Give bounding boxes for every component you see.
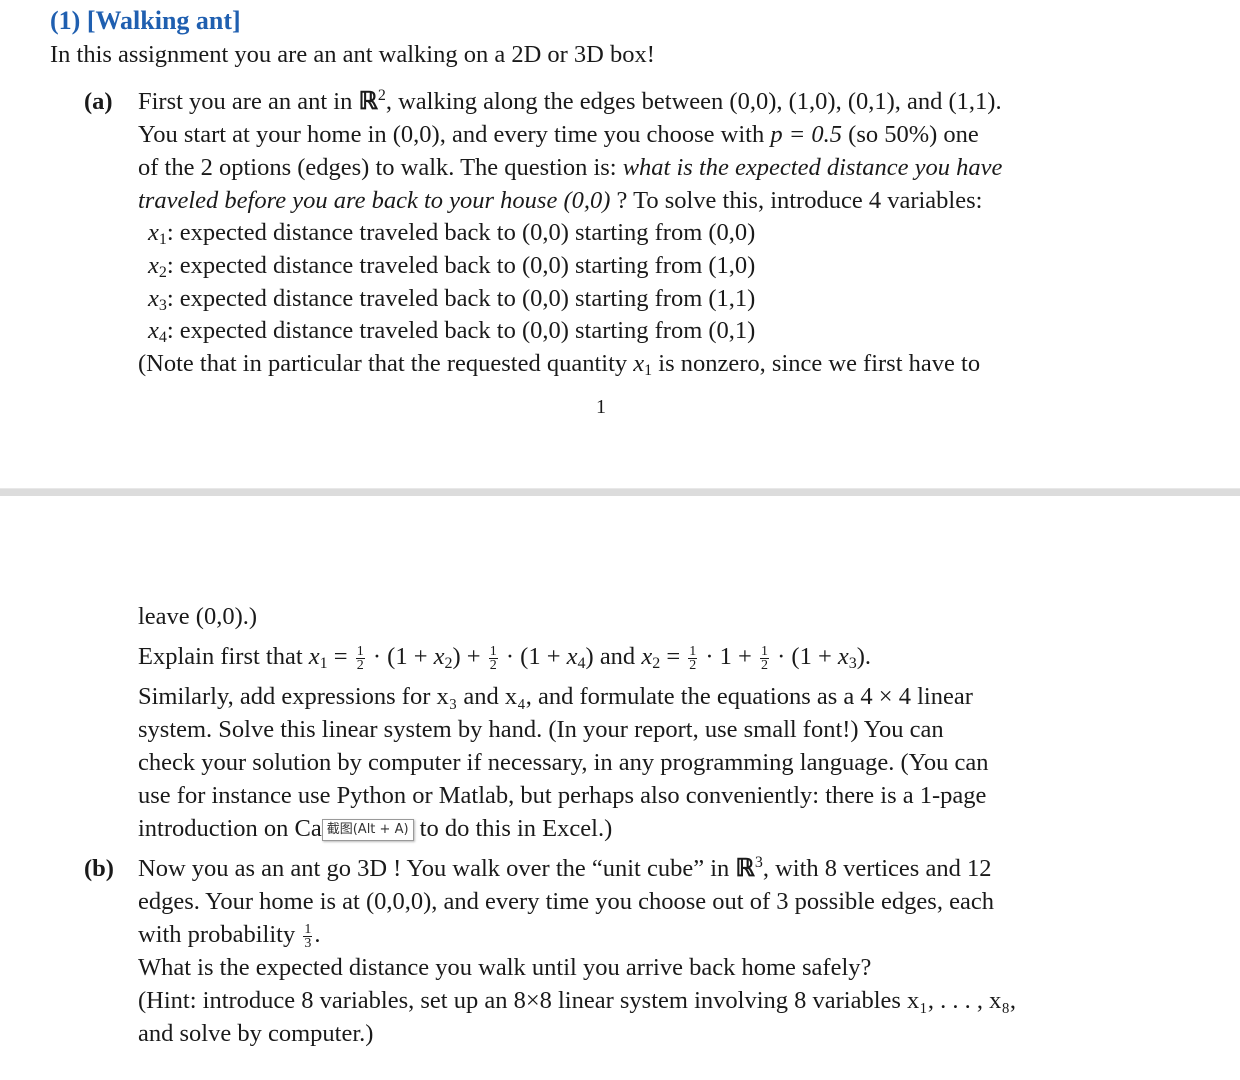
text: , walking along the edges between (0,0),… xyxy=(385,88,1002,115)
part-a-label: (a) xyxy=(84,88,113,115)
reals-symbol: ℝ xyxy=(735,855,755,882)
var-subscript: 2 xyxy=(158,264,167,281)
text: , with 8 vertices and 12 xyxy=(762,855,992,882)
var-description: : expected distance traveled back to (0,… xyxy=(166,317,756,344)
text: ? To solve this, introduce 4 variables: xyxy=(610,187,983,214)
var-description: : expected distance traveled back to (0,… xyxy=(166,219,756,246)
fraction-half: 12 xyxy=(688,643,698,673)
fraction-half: 12 xyxy=(488,643,498,673)
intro-canvas-line: introduction on Ca 截图(Alt + A) to do this… xyxy=(138,812,612,845)
text: with probability xyxy=(138,921,302,948)
page-number: 1 xyxy=(596,396,606,418)
text: and xyxy=(593,643,642,670)
var-symbol: x xyxy=(148,252,159,279)
text: is nonzero, since we first have to xyxy=(652,350,981,377)
leave-line: leave (0,0).) xyxy=(138,603,258,630)
exponent: 2 xyxy=(377,87,386,104)
fraction-half: 12 xyxy=(760,643,769,673)
var-description: : expected distance traveled back to (0,… xyxy=(166,285,756,312)
note-line: (Note that in particular that the reques… xyxy=(138,347,980,380)
explain-line: Explain first that x1 = 12 · (1 + x2) + … xyxy=(138,643,872,673)
question-italic: traveled before you are back to your hou… xyxy=(138,187,611,214)
part-a-line-1: First you are an ant in ℝ2, walking alon… xyxy=(138,85,1002,118)
var-subscript: 1 xyxy=(644,362,653,379)
exponent: 3 xyxy=(754,854,763,871)
fraction-half: 12 xyxy=(355,643,365,673)
var-subscript: 1 xyxy=(319,655,328,672)
var-description: : expected distance traveled back to (0,… xyxy=(166,252,756,279)
part-b-hint: (Hint: introduce 8 variables, set up an … xyxy=(138,987,1017,1014)
var-symbol: x xyxy=(308,643,320,670)
intro-text: In this assignment you are an ant walkin… xyxy=(50,41,655,68)
var-symbol: x xyxy=(148,285,159,312)
variable-x1: x1: expected distance traveled back to (… xyxy=(148,216,755,249)
var-subscript: 1 xyxy=(158,231,167,248)
check-line: check your solution by computer if neces… xyxy=(138,749,989,776)
var-symbol: x xyxy=(148,317,159,344)
part-b-label: (b) xyxy=(84,855,114,882)
part-b-line-4: What is the expected distance you walk u… xyxy=(138,954,872,981)
variable-x2: x2: expected distance traveled back to (… xyxy=(148,249,755,282)
part-a-line-4: traveled before you are back to your hou… xyxy=(138,184,982,217)
section-title: (1) [Walking ant] xyxy=(50,6,241,35)
text: First you are an ant in xyxy=(138,88,359,115)
var-subscript: 4 xyxy=(158,329,167,346)
text: You start at your home in (0,0), and eve… xyxy=(138,121,771,148)
part-a-line-3: of the 2 options (edges) to walk. The qu… xyxy=(138,151,1002,184)
reals-symbol: ℝ xyxy=(358,88,378,115)
variable-x4: x4: expected distance traveled back to (… xyxy=(148,314,755,347)
text: of the 2 options (edges) to walk. The qu… xyxy=(138,154,623,181)
var-symbol: x xyxy=(148,219,159,246)
use-line: use for instance use Python or Matlab, b… xyxy=(138,782,987,809)
part-b-line-3: with probability 13. xyxy=(138,921,321,951)
similarly-line: Similarly, add expressions for x₃ and x₄… xyxy=(138,683,973,710)
text: Now you as an ant go 3D ! You walk over … xyxy=(138,855,736,882)
var-symbol: x xyxy=(633,350,645,377)
part-b-line-1: Now you as an ant go 3D ! You walk over … xyxy=(138,852,991,885)
question-italic: what is the expected distance you have xyxy=(622,154,1003,181)
fraction-third: 13 xyxy=(303,921,313,951)
math-probability: p = 0.5 xyxy=(770,121,843,148)
text: introduction on Ca xyxy=(138,815,322,842)
screenshot-tooltip: 截图(Alt + A) xyxy=(321,819,414,842)
text: (so 50%) one xyxy=(842,121,979,148)
page-separator xyxy=(0,488,1240,496)
variable-x3: x3: expected distance traveled back to (… xyxy=(148,282,755,315)
text: to do this in Excel.) xyxy=(413,815,613,842)
text: Explain first that xyxy=(138,643,309,670)
part-b-line-2: edges. Your home is at (0,0,0), and ever… xyxy=(138,888,994,915)
system-line: system. Solve this linear system by hand… xyxy=(138,716,944,743)
text: (Note that in particular that the reques… xyxy=(138,350,634,377)
var-subscript: 3 xyxy=(158,297,167,314)
part-b-hint-end: and solve by computer.) xyxy=(138,1020,374,1047)
document-page-1: (1) [Walking ant] In this assignment you… xyxy=(0,0,1240,488)
part-a-line-2: You start at your home in (0,0), and eve… xyxy=(138,118,979,151)
document-page-2: leave (0,0).) Explain first that x1 = 12… xyxy=(0,496,1240,1080)
